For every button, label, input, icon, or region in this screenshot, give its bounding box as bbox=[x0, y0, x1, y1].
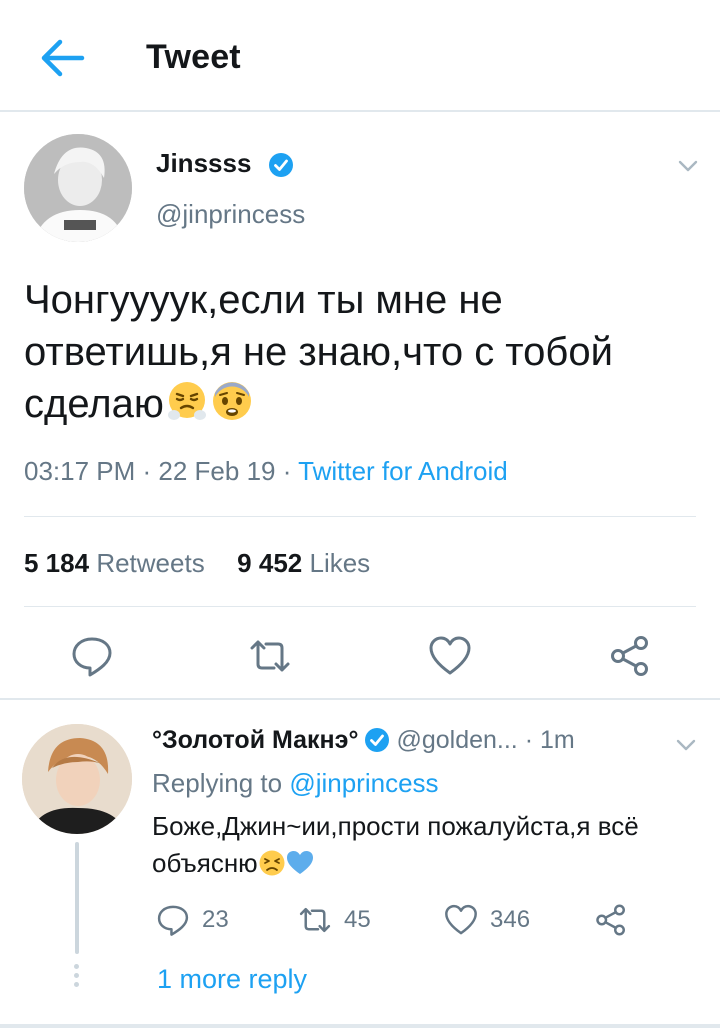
fearful-face-icon bbox=[212, 382, 251, 420]
blue-heart-icon bbox=[286, 851, 313, 874]
replying-mention-link[interactable]: @jinprincess bbox=[289, 768, 438, 798]
tweet-text-content: Чонгуууук,если ты мне не ответишь,я не з… bbox=[24, 278, 613, 426]
divider bbox=[24, 516, 696, 517]
tweet-stats: 5 184 Retweets 9 452 Likes bbox=[24, 548, 370, 579]
steam-from-nose-face-icon bbox=[167, 382, 206, 420]
reply-retweet-button[interactable]: 45 bbox=[298, 900, 371, 940]
reply-author-avatar[interactable] bbox=[22, 724, 132, 834]
back-button[interactable] bbox=[38, 38, 86, 78]
reply-icon bbox=[72, 637, 112, 677]
arrow-left-icon bbox=[41, 39, 85, 77]
tweet-date: 22 Feb 19 bbox=[158, 456, 276, 486]
reply-header: °Золотой Макнэ° @golden... · 1m bbox=[152, 726, 575, 755]
tweet-text: Чонгуууук,если ты мне не ответишь,я не з… bbox=[24, 274, 704, 430]
retweet-icon bbox=[250, 640, 290, 672]
reply-reply-count: 23 bbox=[202, 906, 229, 933]
reply-time: · 1m bbox=[524, 726, 575, 754]
likes-label: Likes bbox=[309, 548, 371, 578]
reply-reply-button[interactable]: 23 bbox=[156, 900, 229, 940]
reply-like-count: 346 bbox=[490, 906, 531, 933]
tweet-metadata: 03:17 PM · 22 Feb 19 · Twitter for Andro… bbox=[24, 456, 508, 486]
reply-text: Боже,Джин~ии,прости пожалуйста,я всё объ… bbox=[152, 808, 692, 882]
tweet-time: 03:17 PM bbox=[24, 456, 136, 486]
reply-button[interactable] bbox=[70, 634, 114, 678]
top-bar: Tweet bbox=[0, 0, 720, 112]
chevron-down-icon[interactable] bbox=[676, 154, 700, 178]
retweets-label: Retweets bbox=[96, 548, 205, 578]
likes-stat[interactable]: 9 452 Likes bbox=[237, 548, 370, 578]
chevron-down-icon[interactable] bbox=[674, 733, 698, 757]
thread-line bbox=[75, 842, 79, 954]
share-icon bbox=[596, 904, 625, 936]
retweet-icon bbox=[299, 907, 331, 933]
retweet-button[interactable] bbox=[248, 634, 292, 678]
heart-icon bbox=[445, 904, 477, 935]
replying-prefix: Replying to bbox=[152, 768, 283, 798]
more-replies-link[interactable]: 1 more reply bbox=[157, 964, 307, 995]
like-button[interactable] bbox=[428, 634, 472, 678]
bottom-divider bbox=[0, 1024, 720, 1028]
retweets-count: 5 184 bbox=[24, 548, 90, 578]
verified-badge-icon bbox=[365, 728, 390, 752]
section-divider bbox=[0, 698, 720, 700]
retweets-stat[interactable]: 5 184 Retweets bbox=[24, 548, 205, 578]
replying-to: Replying to @jinprincess bbox=[152, 768, 439, 799]
reply-icon bbox=[157, 905, 189, 936]
reply-like-button[interactable]: 346 bbox=[444, 900, 530, 940]
reply-author-name[interactable]: °Золотой Макнэ° bbox=[152, 726, 358, 754]
thread-dots bbox=[74, 964, 80, 991]
author-name[interactable]: Jinssss bbox=[156, 148, 251, 179]
share-button[interactable] bbox=[608, 634, 652, 678]
likes-count: 9 452 bbox=[237, 548, 303, 578]
divider bbox=[24, 606, 696, 607]
tweet-source-link[interactable]: Twitter for Android bbox=[298, 456, 508, 486]
persevering-face-icon bbox=[259, 850, 285, 876]
page-title: Tweet bbox=[146, 38, 241, 76]
author-handle[interactable]: @jinprincess bbox=[156, 199, 305, 230]
reply-retweet-count: 45 bbox=[344, 906, 371, 933]
reply-share-button[interactable] bbox=[594, 900, 628, 940]
reply-text-content: Боже,Джин~ии,прости пожалуйста,я всё объ… bbox=[152, 811, 639, 878]
share-icon bbox=[611, 636, 648, 676]
reply-author-handle[interactable]: @golden... bbox=[396, 726, 517, 754]
verified-badge-icon bbox=[269, 153, 293, 177]
author-avatar[interactable] bbox=[24, 134, 132, 242]
heart-icon bbox=[429, 636, 471, 675]
